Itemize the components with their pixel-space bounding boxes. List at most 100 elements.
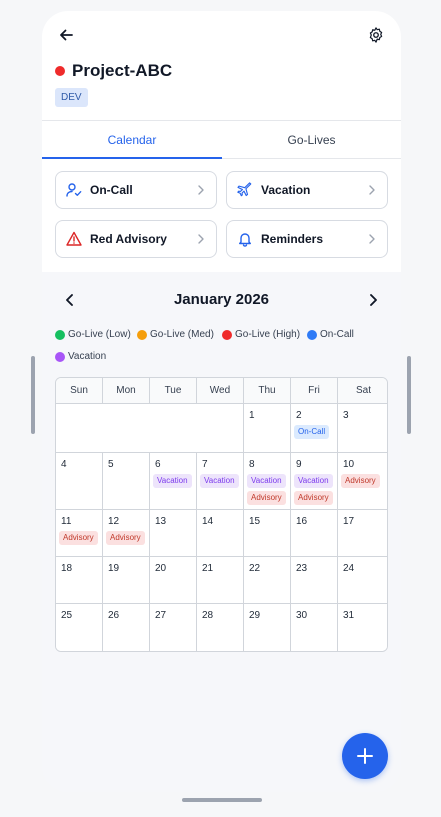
legend-item-go-live-low: Go-Live (Low) bbox=[55, 329, 131, 340]
day-number: 27 bbox=[155, 610, 167, 621]
day-cell-25[interactable]: 25 bbox=[56, 604, 103, 651]
day-cell-26[interactable]: 26 bbox=[103, 604, 150, 651]
day-cell-27[interactable]: 27 bbox=[150, 604, 197, 651]
arrow-left-icon bbox=[60, 29, 73, 41]
legend-label: On-Call bbox=[320, 329, 354, 340]
back-button[interactable] bbox=[53, 22, 79, 48]
chevron-right-icon bbox=[198, 185, 204, 195]
tab-calendar[interactable]: Calendar bbox=[42, 121, 222, 159]
day-number: 10 bbox=[343, 459, 355, 470]
day-cell-21[interactable]: 21 bbox=[197, 557, 244, 604]
event-chip-advisory[interactable]: Advisory bbox=[247, 491, 286, 505]
day-cell-4[interactable]: 4 bbox=[56, 453, 103, 510]
red-advisory-button[interactable]: Red Advisory bbox=[55, 220, 217, 258]
scrollbar-left bbox=[31, 356, 35, 434]
on-call-label: On-Call bbox=[90, 183, 133, 197]
day-number: 28 bbox=[202, 610, 214, 621]
day-cell-14[interactable]: 14 bbox=[197, 510, 244, 557]
day-number: 11 bbox=[61, 516, 72, 527]
day-number: 1 bbox=[249, 410, 255, 421]
tab-bar: Calendar Go-Lives bbox=[42, 120, 401, 159]
settings-button[interactable] bbox=[363, 22, 389, 48]
day-cell-1[interactable]: 1 bbox=[244, 404, 291, 453]
day-cell-3[interactable]: 3 bbox=[338, 404, 387, 453]
day-cell-7[interactable]: 7 Vacation bbox=[197, 453, 244, 510]
day-cell-13[interactable]: 13 bbox=[150, 510, 197, 557]
day-cell-24[interactable]: 24 bbox=[338, 557, 387, 604]
page-title: Project-ABC bbox=[72, 61, 173, 80]
day-number: 5 bbox=[108, 459, 114, 470]
day-cell-16[interactable]: 16 bbox=[291, 510, 338, 557]
day-cell-5[interactable]: 5 bbox=[103, 453, 150, 510]
event-chip-on-call[interactable]: On-Call bbox=[294, 425, 330, 439]
day-cell-10[interactable]: 10 Advisory bbox=[338, 453, 387, 510]
vacation-button[interactable]: Vacation bbox=[226, 171, 388, 209]
legend-item-go-live-high: Go-Live (High) bbox=[222, 329, 300, 340]
legend-label: Go-Live (High) bbox=[235, 329, 301, 340]
day-number: 22 bbox=[249, 563, 261, 574]
day-cell-22[interactable]: 22 bbox=[244, 557, 291, 604]
day-number: 13 bbox=[155, 516, 167, 527]
weekday-thu: Thu bbox=[244, 378, 291, 404]
event-chip-vacation[interactable]: Vacation bbox=[200, 474, 239, 488]
event-chip-vacation[interactable]: Vacation bbox=[294, 474, 333, 488]
scrollbar-right[interactable] bbox=[407, 356, 411, 434]
day-cell-30[interactable]: 30 bbox=[291, 604, 338, 651]
chevron-right-icon bbox=[369, 234, 375, 244]
chevron-right-icon bbox=[198, 234, 204, 244]
add-button[interactable] bbox=[342, 733, 388, 779]
day-cell-11[interactable]: 11 Advisory bbox=[56, 510, 103, 557]
warning-icon bbox=[66, 231, 82, 246]
day-cell-29[interactable]: 29 bbox=[244, 604, 291, 651]
day-cell-23[interactable]: 23 bbox=[291, 557, 338, 604]
on-call-button[interactable]: On-Call bbox=[55, 171, 217, 209]
day-cell-6[interactable]: 6 Vacation bbox=[150, 453, 197, 510]
event-chip-vacation[interactable]: Vacation bbox=[247, 474, 286, 488]
event-chip-advisory[interactable]: Advisory bbox=[106, 531, 145, 545]
gear-icon bbox=[369, 27, 383, 43]
reminders-button[interactable]: Reminders bbox=[226, 220, 388, 258]
plane-icon bbox=[237, 182, 252, 197]
day-number: 29 bbox=[249, 610, 261, 621]
legend-dot bbox=[137, 329, 147, 340]
status-dot bbox=[55, 66, 65, 76]
next-month-button[interactable] bbox=[361, 288, 385, 312]
day-cell-31[interactable]: 31 bbox=[338, 604, 387, 651]
event-chip-advisory[interactable]: Advisory bbox=[59, 531, 98, 545]
weekday-sat: Sat bbox=[355, 385, 371, 396]
day-number: 6 bbox=[155, 459, 161, 470]
day-number: 7 bbox=[202, 459, 208, 470]
day-cell-15[interactable]: 15 bbox=[244, 510, 291, 557]
day-cell-20[interactable]: 20 bbox=[150, 557, 197, 604]
day-cell-9[interactable]: 9 Vacation Advisory bbox=[291, 453, 338, 510]
day-cell-2[interactable]: 2 On-Call bbox=[291, 404, 338, 453]
day-number: 12 bbox=[108, 516, 120, 527]
vacation-label: Vacation bbox=[261, 183, 311, 197]
day-cell-8[interactable]: 8 Vacation Advisory bbox=[244, 453, 291, 510]
day-cell-18[interactable]: 18 bbox=[56, 557, 103, 604]
weekday-header: Sun Mon Tue Wed Thu Fri Sat bbox=[56, 378, 387, 404]
weekday-fri: Fri bbox=[291, 378, 338, 404]
event-chip-advisory[interactable]: Advisory bbox=[341, 474, 380, 488]
day-number: 19 bbox=[108, 563, 120, 574]
day-number: 31 bbox=[343, 610, 355, 621]
calendar-grid: Sun Mon Tue Wed Thu Fri Sat 1 2 On-Call 3 4 5 6 Vacat… bbox=[55, 377, 388, 652]
day-cell-19[interactable]: 19 bbox=[103, 557, 150, 604]
weekday-wed: Wed bbox=[197, 378, 244, 404]
day-number: 18 bbox=[61, 563, 73, 574]
tab-go-lives[interactable]: Go-Lives bbox=[222, 121, 401, 159]
day-cell-12[interactable]: 12 Advisory bbox=[103, 510, 150, 557]
day-number: 30 bbox=[296, 610, 308, 621]
day-number: 14 bbox=[202, 516, 214, 527]
day-number: 20 bbox=[155, 563, 167, 574]
day-number: 4 bbox=[61, 459, 67, 470]
legend-label: Vacation bbox=[68, 351, 107, 362]
day-cell-28[interactable]: 28 bbox=[197, 604, 244, 651]
empty-cell bbox=[56, 404, 244, 453]
day-cell-17[interactable]: 17 bbox=[338, 510, 387, 557]
legend-item-go-live-med: Go-Live (Med) bbox=[137, 329, 214, 340]
event-chip-advisory[interactable]: Advisory bbox=[294, 491, 333, 505]
plus-icon bbox=[357, 748, 373, 764]
event-chip-vacation[interactable]: Vacation bbox=[153, 474, 192, 488]
day-number: 8 bbox=[249, 459, 255, 470]
